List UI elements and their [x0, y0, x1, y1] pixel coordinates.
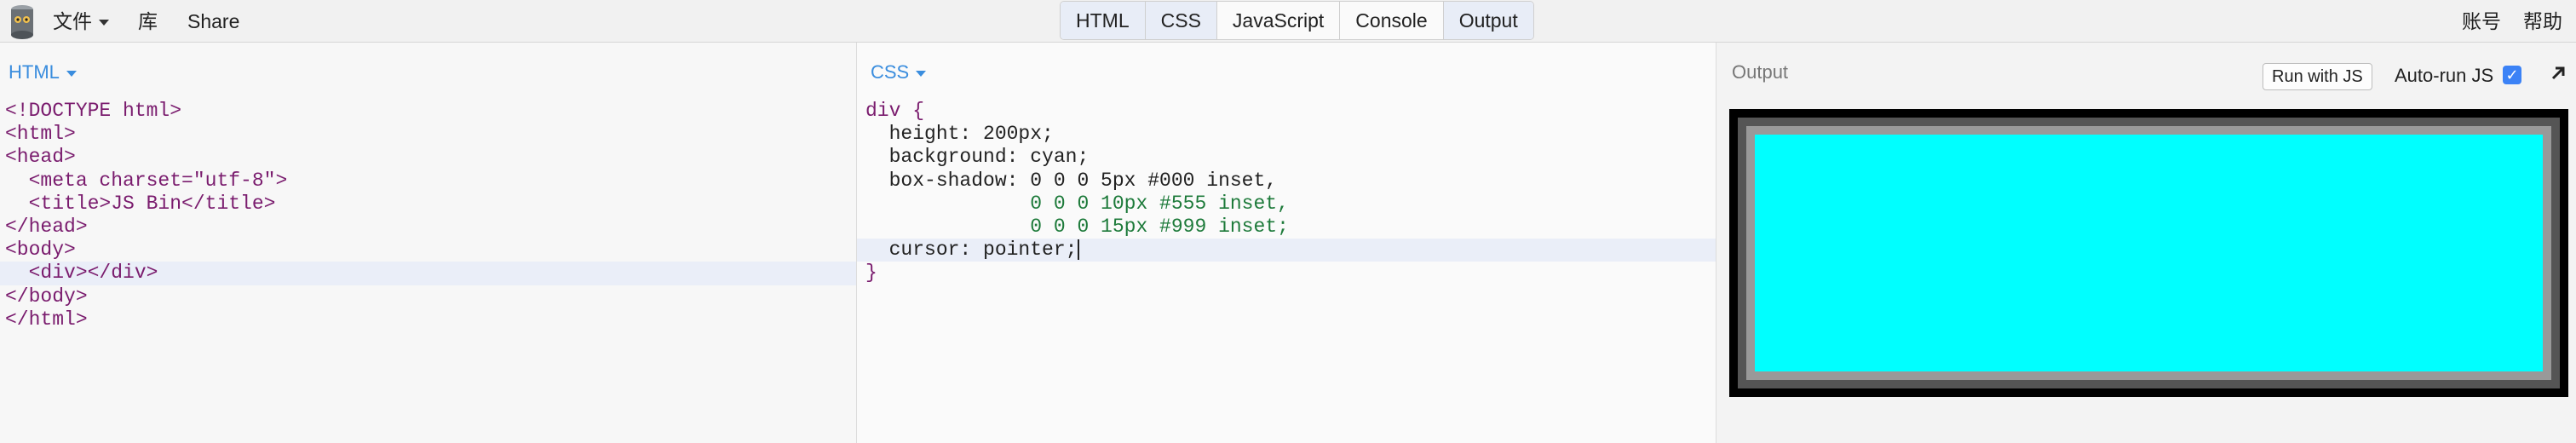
- panel-toggle-group: HTML CSS JavaScript Console Output: [1060, 1, 1534, 40]
- code-line: box-shadow: 0 0 0 5px #000 inset,: [865, 169, 1278, 192]
- code-line: </body>: [5, 285, 88, 308]
- code-line: background: cyan;: [865, 146, 1090, 169]
- code-line: </html>: [5, 308, 88, 331]
- code-line: <!DOCTYPE html>: [5, 100, 182, 122]
- file-menu-label: 文件: [53, 10, 92, 32]
- library-menu[interactable]: 库: [138, 0, 158, 43]
- preview-box[interactable]: [1729, 109, 2568, 397]
- account-menu[interactable]: 账号: [2462, 0, 2501, 43]
- css-panel-label[interactable]: CSS: [871, 61, 927, 83]
- css-panel-label-text: CSS: [871, 61, 910, 83]
- code-line: 0 0 0 10px #555 inset,: [865, 192, 1289, 215]
- code-line: height: 200px;: [865, 123, 1054, 146]
- text-cursor: [1078, 239, 1080, 261]
- chevron-down-icon: [66, 70, 77, 77]
- help-menu[interactable]: 帮助: [2523, 0, 2562, 43]
- code-line: <body>: [5, 239, 76, 262]
- autorun-checkbox[interactable]: ✓: [2503, 66, 2521, 84]
- chevron-down-icon: [916, 70, 927, 77]
- chevron-down-icon: [99, 20, 109, 26]
- code-line-active: cursor: pointer;: [857, 239, 1716, 262]
- html-panel: HTML <!DOCTYPE html> <html> <head> <meta…: [0, 43, 857, 443]
- popout-arrow-icon[interactable]: [2548, 63, 2568, 83]
- tab-css[interactable]: CSS: [1145, 2, 1217, 39]
- tab-console[interactable]: Console: [1340, 2, 1444, 39]
- html-panel-label-text: HTML: [9, 61, 60, 83]
- output-preview: [1729, 109, 2568, 397]
- code-line: }: [865, 262, 877, 285]
- code-line: <html>: [5, 123, 76, 146]
- css-panel: CSS div { height: 200px; background: cya…: [857, 43, 1716, 443]
- tab-javascript[interactable]: JavaScript: [1216, 2, 1341, 39]
- code-line: div {: [865, 100, 925, 122]
- tab-html[interactable]: HTML: [1061, 2, 1146, 39]
- toolbar: 文件 库 Share HTML CSS JavaScript Console O…: [0, 0, 2576, 43]
- html-panel-label[interactable]: HTML: [9, 61, 77, 83]
- tab-output[interactable]: Output: [1443, 2, 1533, 39]
- code-line: 0 0 0 15px #999 inset;: [865, 215, 1289, 238]
- code-line-text: cursor: pointer;: [865, 239, 1078, 262]
- output-title: Output: [1732, 61, 1789, 83]
- code-line: <meta charset="utf-8">: [5, 169, 288, 192]
- file-menu[interactable]: 文件: [53, 0, 109, 43]
- run-with-js-button[interactable]: Run with JS: [2263, 63, 2372, 90]
- jsbin-logo[interactable]: [7, 3, 37, 40]
- code-line: </head>: [5, 215, 88, 238]
- html-editor[interactable]: <!DOCTYPE html> <html> <head> <meta char…: [0, 100, 856, 331]
- css-editor[interactable]: div { height: 200px; background: cyan; b…: [857, 100, 1716, 285]
- code-line-active: <div></div>: [0, 262, 856, 285]
- share-menu[interactable]: Share: [187, 0, 239, 43]
- autorun-label: Auto-run JS: [2395, 65, 2494, 86]
- code-line: <title>JS Bin</title>: [5, 192, 276, 215]
- code-line: <head>: [5, 146, 76, 169]
